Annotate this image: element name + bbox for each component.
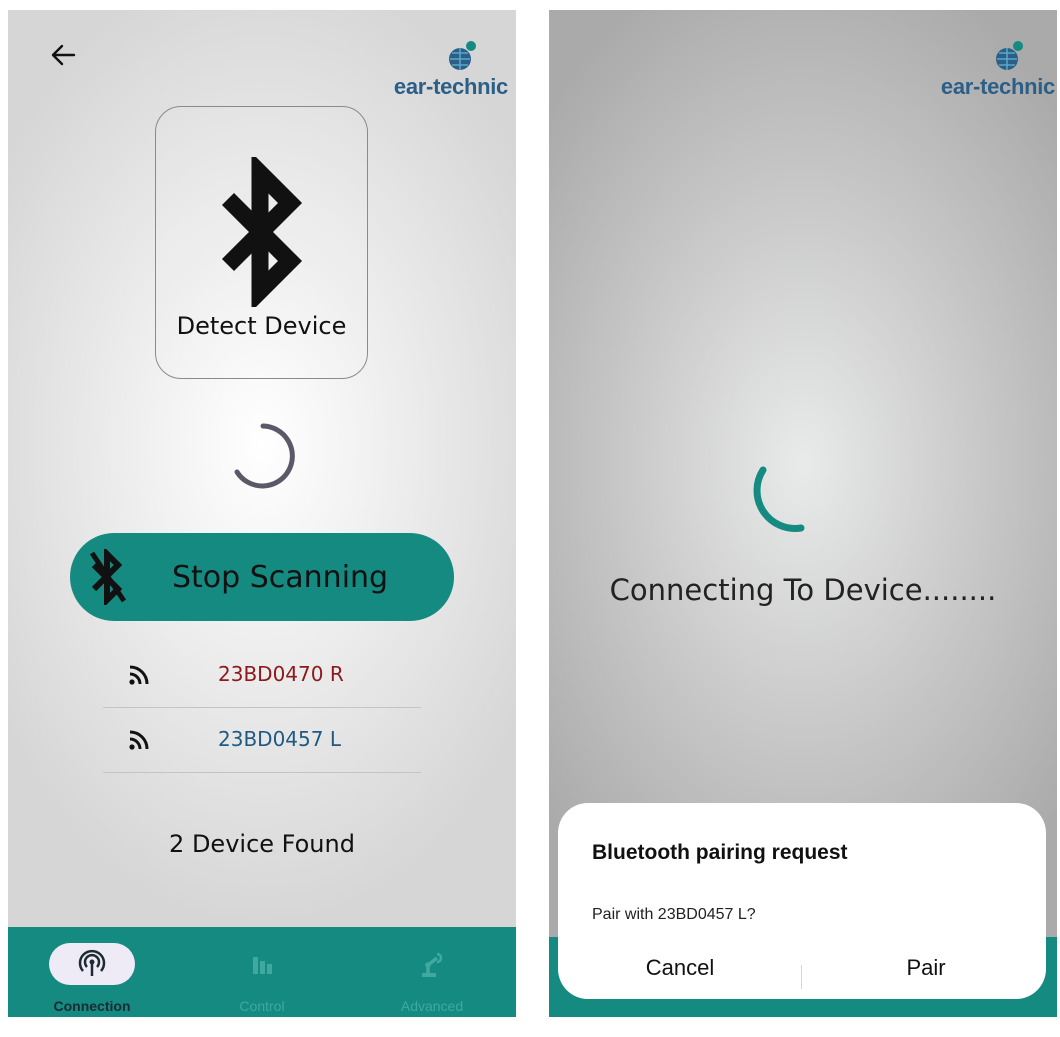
- stop-scanning-label: Stop Scanning: [172, 560, 389, 595]
- loading-spinner: [234, 423, 295, 489]
- device-row-right[interactable]: 23BD0470 R: [103, 643, 421, 708]
- nav-item-advanced[interactable]: Advanced: [362, 927, 502, 1017]
- nav-label: Advanced: [400, 998, 464, 1014]
- ear-technic-logo: ear-technic: [937, 40, 1055, 100]
- connecting-status-text: Connecting To Device........: [609, 573, 997, 607]
- globe-icon: [996, 41, 1023, 70]
- connecting-screen: ear-technic Connecting To Device........…: [549, 10, 1057, 1017]
- robot-arm-icon: [422, 952, 443, 977]
- device-name: 23BD0470 R: [218, 662, 344, 686]
- loading-spinner: [753, 466, 805, 532]
- equalizer-icon: [253, 957, 272, 974]
- device-row-left[interactable]: 23BD0457 L: [103, 708, 421, 773]
- logo-text: ear-technic: [393, 74, 508, 99]
- bottom-navigation: Connection Control Advanced: [8, 927, 516, 1017]
- globe-icon: [449, 41, 476, 70]
- nav-label: Connection: [53, 998, 131, 1014]
- pair-button[interactable]: Pair: [826, 955, 1026, 981]
- detect-device-card[interactable]: Detect Device: [155, 106, 368, 379]
- stop-scanning-button[interactable]: Stop Scanning: [70, 533, 454, 621]
- nav-label: Control: [239, 998, 285, 1014]
- dialog-message: Pair with 23BD0457 L?: [592, 906, 756, 923]
- divider: [801, 965, 802, 989]
- device-list: 23BD0470 R 23BD0457 L: [103, 643, 421, 773]
- signal-icon: [129, 665, 149, 685]
- device-name: 23BD0457 L: [218, 727, 341, 751]
- dialog-title: Bluetooth pairing request: [592, 841, 848, 864]
- ear-technic-logo: ear-technic: [390, 40, 508, 100]
- logo-text: ear-technic: [940, 74, 1055, 99]
- detect-device-label: Detect Device: [176, 312, 347, 340]
- bluetooth-disabled-icon: [90, 549, 126, 605]
- nav-item-control[interactable]: Control: [192, 927, 332, 1017]
- antenna-icon: [78, 949, 106, 976]
- signal-icon: [129, 730, 149, 750]
- bluetooth-icon: [221, 157, 303, 307]
- scan-screen: ear-technic Detect Device Stop Scanning …: [8, 10, 516, 1017]
- devices-found-text: 2 Device Found: [169, 830, 355, 858]
- cancel-button[interactable]: Cancel: [580, 955, 780, 981]
- pairing-dialog: Bluetooth pairing request Pair with 23BD…: [558, 803, 1046, 999]
- nav-item-connection[interactable]: Connection: [22, 927, 162, 1017]
- back-arrow-icon[interactable]: [48, 40, 78, 70]
